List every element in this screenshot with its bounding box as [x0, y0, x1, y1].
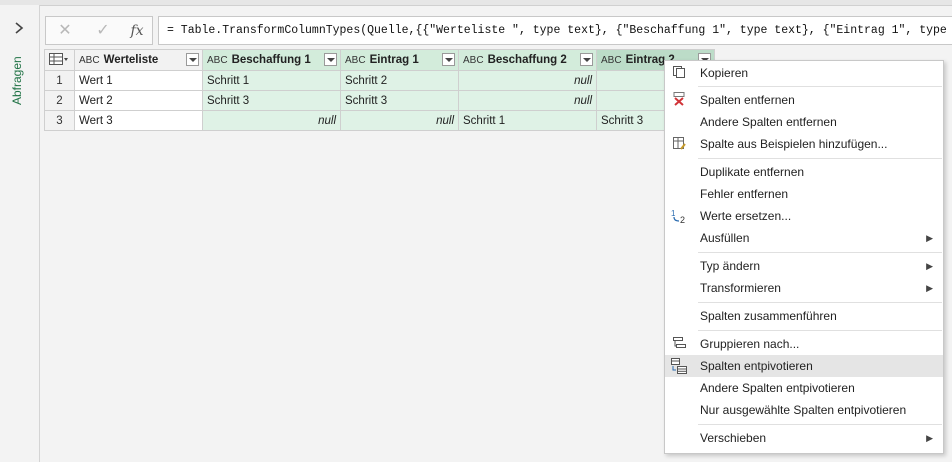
menu-item-remove-columns[interactable]: Spalten entfernen: [665, 89, 943, 111]
table-cell[interactable]: null: [458, 70, 597, 91]
formula-buttons: ✕ ✓ fx: [45, 16, 153, 45]
menu-item-merge-columns[interactable]: Spalten zusammenführen: [665, 305, 943, 327]
type-text-icon: ABC: [463, 55, 484, 66]
menu-separator: [698, 302, 942, 303]
table-cell[interactable]: Wert 1: [74, 70, 203, 91]
cancel-icon[interactable]: ✕: [56, 22, 74, 40]
svg-text:2: 2: [680, 215, 685, 224]
menu-item-move[interactable]: Verschieben ▶: [665, 427, 943, 449]
filter-dropdown-icon[interactable]: [186, 53, 199, 66]
filter-dropdown-icon[interactable]: [442, 53, 455, 66]
type-text-icon: ABC: [207, 55, 228, 66]
menu-item-replace-values[interactable]: 12 Werte ersetzen...: [665, 205, 943, 227]
row-number[interactable]: 2: [44, 90, 75, 111]
commit-icon[interactable]: ✓: [94, 22, 112, 40]
menu-separator: [698, 330, 942, 331]
menu-item-transform[interactable]: Transformieren ▶: [665, 277, 943, 299]
table-menu-button[interactable]: [44, 49, 75, 71]
unpivot-icon: [671, 358, 687, 374]
filter-dropdown-icon[interactable]: [324, 53, 337, 66]
menu-item-change-type[interactable]: Typ ändern ▶: [665, 255, 943, 277]
table-cell[interactable]: null: [202, 110, 341, 131]
group-by-icon: [671, 336, 687, 352]
expand-chevron-icon[interactable]: [12, 21, 26, 35]
menu-separator: [698, 158, 942, 159]
type-text-icon: ABC: [345, 55, 366, 66]
queries-pane-collapsed: Abfragen: [0, 5, 40, 462]
table-cell[interactable]: Schritt 3: [202, 90, 341, 111]
menu-item-add-column-from-examples[interactable]: Spalte aus Beispielen hinzufügen...: [665, 133, 943, 155]
column-from-examples-icon: [671, 136, 687, 152]
formula-input[interactable]: = Table.TransformColumnTypes(Quelle,{{"W…: [158, 16, 952, 45]
row-number[interactable]: 3: [44, 110, 75, 131]
copy-icon: [671, 65, 687, 81]
table-row: 2 Wert 2 Schritt 3 Schritt 3 null: [44, 90, 715, 111]
table-cell[interactable]: null: [340, 110, 459, 131]
table-cell[interactable]: Wert 3: [74, 110, 203, 131]
replace-values-icon: 12: [671, 208, 687, 225]
table-row: 3 Wert 3 null null Schritt 1 Schritt 3: [44, 110, 715, 131]
ribbon-bottom-edge: [0, 0, 952, 6]
menu-item-group-by[interactable]: Gruppieren nach...: [665, 333, 943, 355]
table-cell[interactable]: Schritt 2: [340, 70, 459, 91]
column-header-beschaffung-2[interactable]: ABC Beschaffung 2: [458, 49, 597, 71]
table-cell[interactable]: Schritt 1: [458, 110, 597, 131]
menu-separator: [698, 424, 942, 425]
menu-item-copy[interactable]: Kopieren: [665, 62, 943, 84]
submenu-arrow-icon: ▶: [926, 283, 933, 293]
menu-item-unpivot-other-columns[interactable]: Andere Spalten entpivotieren: [665, 377, 943, 399]
table-row: 1 Wert 1 Schritt 1 Schritt 2 null: [44, 70, 715, 91]
submenu-arrow-icon: ▶: [926, 233, 933, 243]
column-header-werteliste[interactable]: ABC Werteliste: [74, 49, 203, 71]
table-cell[interactable]: Schritt 1: [202, 70, 341, 91]
table-cell[interactable]: null: [458, 90, 597, 111]
data-grid: ABC Werteliste ABC Beschaffung 1 ABC Eintra…: [44, 49, 715, 131]
svg-text:1: 1: [671, 209, 676, 218]
remove-columns-icon: [671, 92, 687, 108]
queries-pane-label[interactable]: Abfragen: [10, 56, 24, 105]
column-header-eintrag-1[interactable]: ABC Eintrag 1: [340, 49, 459, 71]
row-number[interactable]: 1: [44, 70, 75, 91]
fx-icon[interactable]: fx: [128, 22, 146, 40]
menu-item-remove-errors[interactable]: Fehler entfernen: [665, 183, 943, 205]
menu-separator: [698, 86, 942, 87]
filter-dropdown-icon[interactable]: [580, 53, 593, 66]
header-row: ABC Werteliste ABC Beschaffung 1 ABC Eintra…: [44, 49, 715, 71]
menu-item-remove-duplicates[interactable]: Duplikate entfernen: [665, 161, 943, 183]
column-header-beschaffung-1[interactable]: ABC Beschaffung 1: [202, 49, 341, 71]
formula-bar: ✕ ✓ fx = Table.TransformColumnTypes(Quel…: [45, 16, 952, 45]
table-icon: [49, 52, 68, 65]
type-text-icon: ABC: [601, 55, 622, 66]
menu-item-unpivot-selected-columns[interactable]: Nur ausgewählte Spalten entpivotieren: [665, 399, 943, 421]
submenu-arrow-icon: ▶: [926, 261, 933, 271]
table-cell[interactable]: Wert 2: [74, 90, 203, 111]
menu-item-unpivot-columns[interactable]: Spalten entpivotieren: [665, 355, 943, 377]
menu-separator: [698, 252, 942, 253]
type-text-icon: ABC: [79, 55, 100, 66]
table-cell[interactable]: Schritt 3: [340, 90, 459, 111]
submenu-arrow-icon: ▶: [926, 433, 933, 443]
column-context-menu: Kopieren Spalten entfernen Andere Spalte…: [664, 60, 944, 454]
menu-item-fill[interactable]: Ausfüllen ▶: [665, 227, 943, 249]
menu-item-remove-other-columns[interactable]: Andere Spalten entfernen: [665, 111, 943, 133]
